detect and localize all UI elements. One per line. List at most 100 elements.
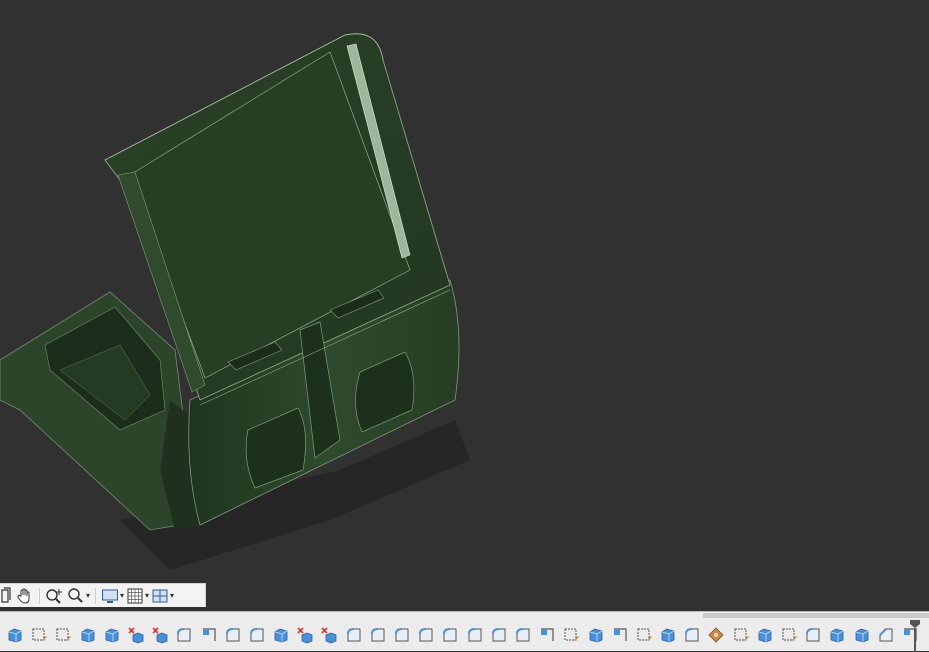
timeline-feature-fillet[interactable] (466, 626, 484, 644)
zoom-button[interactable] (45, 586, 65, 606)
sketch-icon (30, 626, 48, 644)
zoom-window-icon (67, 587, 85, 605)
timeline-feature-fillet[interactable] (175, 626, 193, 644)
sketch-profile-icon (611, 626, 629, 644)
timeline-feature-extrude[interactable] (79, 626, 97, 644)
extrude-icon (272, 626, 290, 644)
fillet-icon (441, 626, 459, 644)
timeline-feature-combine-cut[interactable] (296, 626, 314, 644)
timeline-feature-fillet[interactable] (683, 626, 701, 644)
sketch-icon (54, 626, 72, 644)
viewports-icon (151, 587, 169, 605)
timeline-feature-fillet[interactable] (248, 626, 266, 644)
timeline-items (6, 626, 919, 644)
combine-cut-icon (320, 626, 338, 644)
sketch-icon (732, 626, 750, 644)
timeline-feature-sketch[interactable] (30, 626, 48, 644)
timeline-feature-extrude[interactable] (659, 626, 677, 644)
fillet-icon (345, 626, 363, 644)
display-settings-button[interactable]: ▾ (101, 586, 124, 606)
display-settings-icon (101, 587, 119, 605)
timeline-feature-extrude[interactable] (756, 626, 774, 644)
sketch-icon (635, 626, 653, 644)
fillet-icon (683, 626, 701, 644)
fillet-icon (248, 626, 266, 644)
timeline-feature-extrude[interactable] (103, 626, 121, 644)
fillet-icon (490, 626, 508, 644)
navigation-toolbar: ▾ ▾ ▾ ▾ (0, 583, 206, 607)
timeline-feature-fillet[interactable] (224, 626, 242, 644)
grid-settings-icon (126, 587, 144, 605)
timeline-feature-fillet[interactable] (441, 626, 459, 644)
timeline-feature-sketch[interactable] (635, 626, 653, 644)
extrude-icon (79, 626, 97, 644)
timeline-feature-extrude[interactable] (272, 626, 290, 644)
combine-cut-icon (151, 626, 169, 644)
timeline-feature-sketch-profile[interactable] (200, 626, 218, 644)
zoom-window-button[interactable]: ▾ (67, 586, 90, 606)
chamfer-icon (877, 626, 895, 644)
timeline-feature-sketch-profile[interactable] (611, 626, 629, 644)
timeline (0, 611, 929, 652)
timeline-feature-fillet[interactable] (417, 626, 435, 644)
timeline-feature-extrude[interactable] (6, 626, 24, 644)
fillet-icon (393, 626, 411, 644)
sketch-icon (562, 626, 580, 644)
timeline-feature-sketch[interactable] (562, 626, 580, 644)
timeline-feature-fillet[interactable] (514, 626, 532, 644)
combine-cut-icon (296, 626, 314, 644)
timeline-feature-fillet[interactable] (490, 626, 508, 644)
fillet-icon (369, 626, 387, 644)
model-render[interactable] (0, 0, 929, 611)
fillet-icon (224, 626, 242, 644)
fillet-icon (417, 626, 435, 644)
timeline-feature-extrude[interactable] (828, 626, 846, 644)
extrude-icon (659, 626, 677, 644)
extrude-icon (853, 626, 871, 644)
extrude-icon (6, 626, 24, 644)
extrude-icon (587, 626, 605, 644)
grid-settings-button[interactable]: ▾ (126, 586, 149, 606)
appearance-icon (707, 626, 725, 644)
extrude-icon (828, 626, 846, 644)
sketch-icon (780, 626, 798, 644)
combine-cut-icon (127, 626, 145, 644)
timeline-feature-sketch[interactable] (54, 626, 72, 644)
timeline-feature-sketch-profile[interactable] (538, 626, 556, 644)
extrude-icon (756, 626, 774, 644)
zoom-icon (45, 587, 65, 605)
timeline-playhead-marker[interactable] (910, 620, 920, 652)
timeline-feature-fillet[interactable] (804, 626, 822, 644)
timeline-feature-fillet[interactable] (369, 626, 387, 644)
sketch-profile-icon (200, 626, 218, 644)
timeline-feature-fillet[interactable] (345, 626, 363, 644)
toolbar-separator (95, 587, 97, 604)
timeline-feature-fillet[interactable] (393, 626, 411, 644)
timeline-feature-combine-cut[interactable] (127, 626, 145, 644)
fillet-icon (514, 626, 532, 644)
timeline-feature-combine-cut[interactable] (151, 626, 169, 644)
orbit-icon (0, 586, 14, 605)
timeline-scrollbar[interactable] (703, 613, 929, 618)
pan-hand-icon (16, 587, 34, 605)
chevron-down-icon: ▾ (145, 591, 150, 600)
toolbar-separator (39, 587, 40, 604)
timeline-feature-sketch[interactable] (780, 626, 798, 644)
timeline-feature-sketch[interactable] (732, 626, 750, 644)
timeline-feature-combine-cut[interactable] (320, 626, 338, 644)
chevron-down-icon: ▾ (170, 591, 175, 600)
fillet-icon (804, 626, 822, 644)
pan-hand-button[interactable] (16, 586, 34, 606)
canvas-viewport[interactable] (0, 0, 929, 611)
timeline-feature-appearance[interactable] (707, 626, 725, 644)
viewports-button[interactable]: ▾ (151, 586, 174, 606)
timeline-feature-extrude[interactable] (587, 626, 605, 644)
fillet-icon (175, 626, 193, 644)
orbit-button[interactable] (0, 586, 14, 606)
timeline-feature-chamfer[interactable] (877, 626, 895, 644)
sketch-profile-icon (538, 626, 556, 644)
extrude-icon (103, 626, 121, 644)
chevron-down-icon: ▾ (120, 591, 125, 600)
chevron-down-icon: ▾ (86, 591, 91, 600)
timeline-feature-extrude[interactable] (853, 626, 871, 644)
